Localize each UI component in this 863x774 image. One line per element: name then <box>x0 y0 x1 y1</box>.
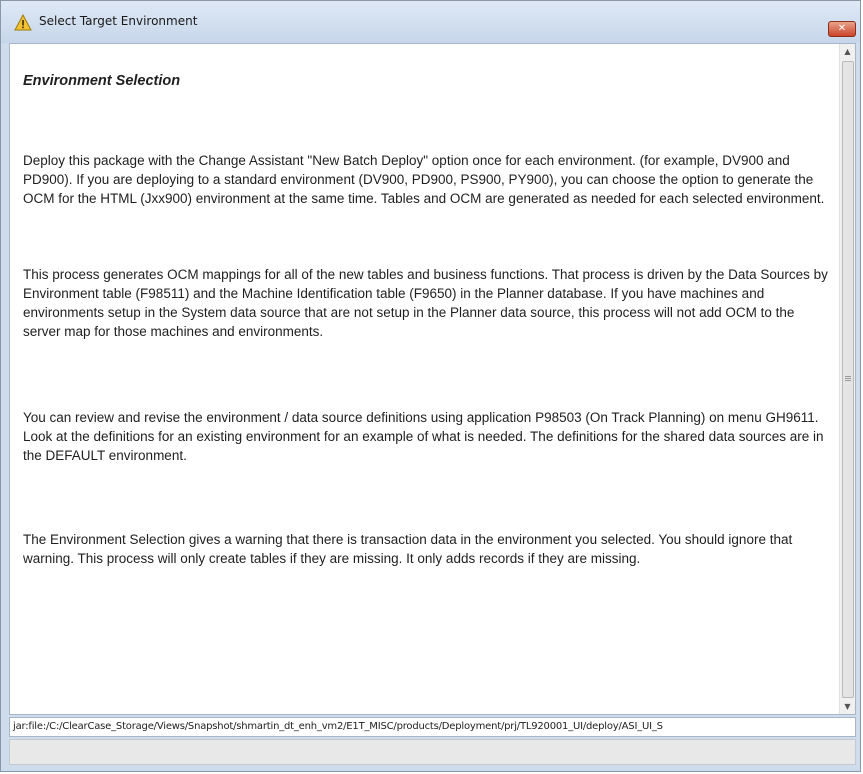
vertical-scrollbar[interactable]: ▲ ▼ <box>839 44 855 714</box>
scroll-thumb[interactable] <box>842 61 854 698</box>
title-bar[interactable]: Select Target Environment ✕ <box>1 1 860 43</box>
scroll-down-icon[interactable]: ▼ <box>840 699 855 714</box>
paragraph-review-definitions: You can review and revise the environmen… <box>23 410 824 463</box>
section-heading: Environment Selection <box>23 73 181 89</box>
paragraph-warning-note: The Environment Selection gives a warnin… <box>23 532 793 566</box>
close-icon: ✕ <box>837 23 847 34</box>
close-button[interactable]: ✕ <box>828 21 856 37</box>
grip-icon <box>845 376 851 377</box>
dialog-window: Select Target Environment ✕ Environment … <box>0 0 861 772</box>
paragraph-deploy: Deploy this package with the Change Assi… <box>23 153 825 206</box>
paragraph-ocm-mappings: This process generates OCM mappings for … <box>23 267 828 339</box>
status-bar <box>9 739 856 765</box>
scroll-up-icon[interactable]: ▲ <box>840 44 855 59</box>
warning-icon <box>14 14 32 31</box>
content-pane[interactable]: Environment Selection Deploy this packag… <box>9 43 856 715</box>
resource-path: jar:file:/C:/ClearCase_Storage/Views/Sna… <box>9 717 856 737</box>
instructions-text: Environment Selection Deploy this packag… <box>10 44 840 714</box>
window-title: Select Target Environment <box>39 14 198 28</box>
